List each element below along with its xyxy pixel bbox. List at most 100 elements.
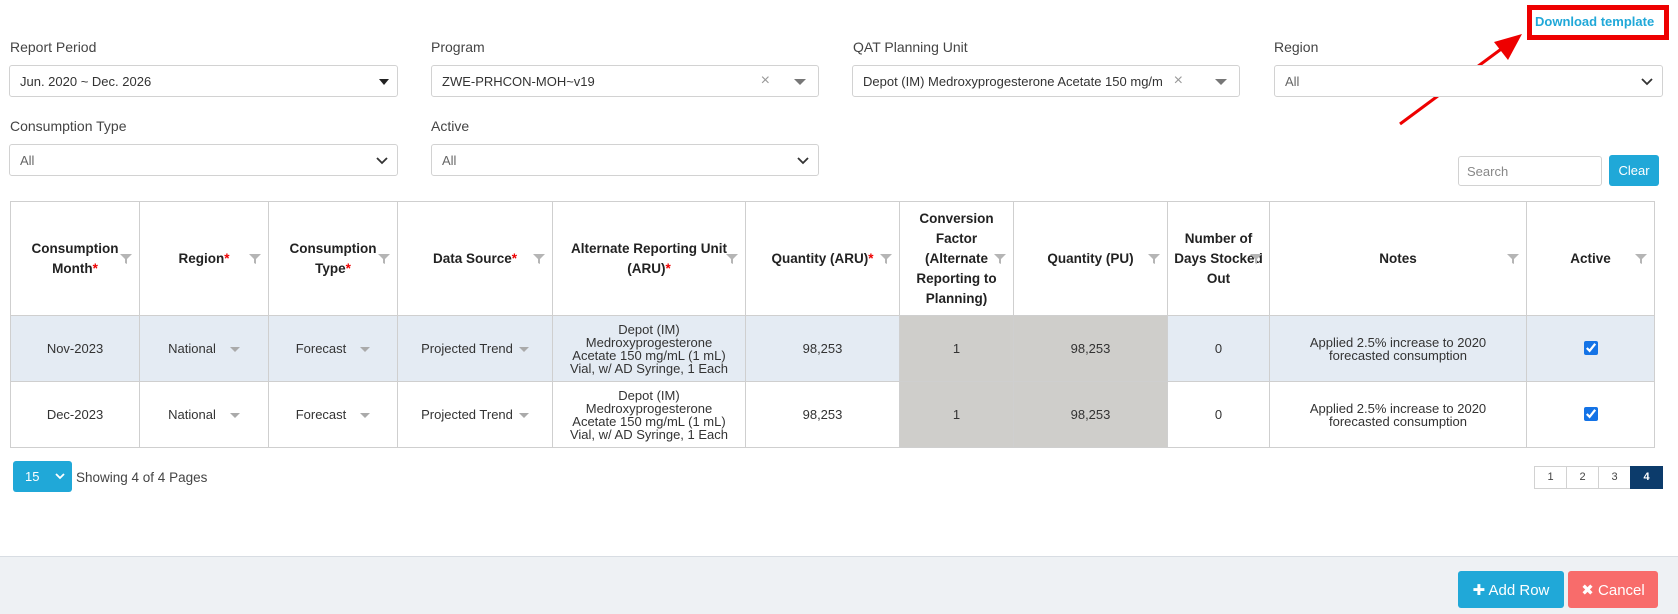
add-row-label: Add Row	[1488, 581, 1550, 599]
program-value: ZWE-PRHCON-MOH~v19	[442, 74, 595, 89]
report-period-select[interactable]: Jun. 2020 ~ Dec. 2026	[9, 65, 398, 97]
filter-icon[interactable]	[1506, 252, 1520, 266]
cell-region[interactable]: National	[139, 381, 269, 448]
cell-notes[interactable]: Applied 2.5% increase to 2020 forecasted…	[1269, 381, 1527, 448]
planning-unit-select[interactable]: Depot (IM) Medroxyprogesterone Acetate 1…	[852, 65, 1240, 97]
active-checkbox[interactable]	[1583, 340, 1598, 355]
page-1-button[interactable]: 1	[1534, 466, 1567, 489]
cell-quantity-aru[interactable]: 98,253	[745, 315, 900, 382]
consumption-type-select[interactable]: All	[9, 144, 398, 176]
region-select[interactable]: All	[1274, 65, 1663, 97]
filter-icon[interactable]	[532, 252, 546, 266]
col-header-aru[interactable]: Alternate Reporting Unit (ARU)*	[552, 201, 746, 316]
region-value: All	[1285, 74, 1300, 89]
chevron-down-icon	[797, 157, 809, 165]
col-header-conversion-factor[interactable]: Conversion Factor (Alternate Reporting t…	[899, 201, 1014, 316]
add-row-button[interactable]: ✚ Add Row	[1458, 571, 1564, 608]
cell-aru[interactable]: Depot (IM) Medroxyprogesterone Acetate 1…	[552, 315, 746, 382]
cell-days-stocked-out[interactable]: 0	[1167, 381, 1270, 448]
chevron-down-icon	[55, 473, 65, 480]
cell-data-source[interactable]: Projected Trend	[397, 315, 553, 382]
filter-icon[interactable]	[1249, 252, 1263, 266]
dropdown-icon	[360, 413, 371, 419]
table-row[interactable]: Dec-2023 National Forecast Projected Tre…	[10, 381, 1655, 448]
cell-text: Vial, w/ AD Syringe, 1 Each	[569, 360, 728, 376]
col-header-quantity-aru[interactable]: Quantity (ARU)*	[745, 201, 900, 316]
planning-unit-value: Depot (IM) Medroxyprogesterone Acetate 1…	[863, 74, 1163, 89]
clear-icon[interactable]: ×	[1174, 72, 1183, 90]
col-header-days-stocked-out[interactable]: Number of Days Stocked Out	[1167, 201, 1270, 316]
active-label: Active	[431, 118, 470, 134]
cell-quantity-pu: 98,253	[1013, 381, 1168, 448]
planning-unit-label: QAT Planning Unit	[853, 39, 968, 55]
cell-active[interactable]	[1526, 315, 1655, 382]
col-title: Month	[52, 260, 93, 276]
active-checkbox[interactable]	[1583, 406, 1598, 421]
cancel-label: Cancel	[1598, 581, 1645, 599]
col-title: Quantity (PU)	[1047, 250, 1134, 266]
col-title: Data Source	[432, 250, 512, 266]
plus-icon: ✚	[1472, 581, 1486, 599]
col-title: Alternate Reporting Unit	[570, 240, 727, 256]
col-header-consumption-type[interactable]: Consumption Type*	[268, 201, 398, 316]
col-header-notes[interactable]: Notes	[1269, 201, 1527, 316]
program-select[interactable]: ZWE-PRHCON-MOH~v19 ×	[431, 65, 819, 97]
cell-month[interactable]: Dec-2023	[10, 381, 140, 448]
cell-days-stocked-out[interactable]: 0	[1167, 315, 1270, 382]
page-4-button[interactable]: 4	[1630, 466, 1663, 489]
cell-notes[interactable]: Applied 2.5% increase to 2020 forecasted…	[1269, 315, 1527, 382]
dropdown-icon	[518, 413, 529, 419]
filter-icon[interactable]	[248, 252, 262, 266]
active-select[interactable]: All	[431, 144, 819, 176]
caret-down-icon	[379, 79, 389, 85]
filter-icon[interactable]	[1147, 252, 1161, 266]
filter-icon[interactable]	[119, 252, 133, 266]
cell-consumption-type[interactable]: Forecast	[268, 381, 398, 448]
cell-quantity-aru[interactable]: 98,253	[745, 381, 900, 448]
cell-text: 98,253	[802, 407, 843, 422]
cell-text: forecasted consumption	[1328, 347, 1468, 363]
cell-aru[interactable]: Depot (IM) Medroxyprogesterone Acetate 1…	[552, 381, 746, 448]
filter-icon[interactable]	[377, 252, 391, 266]
cell-text: 98,253	[1070, 341, 1111, 356]
cell-month[interactable]: Nov-2023	[10, 315, 140, 382]
cell-text: 1	[952, 341, 961, 356]
per-page-select[interactable]: 15	[13, 461, 72, 492]
active-value: All	[442, 153, 457, 168]
cell-quantity-pu: 98,253	[1013, 315, 1168, 382]
col-header-data-source[interactable]: Data Source*	[397, 201, 553, 316]
filter-icon[interactable]	[879, 252, 893, 266]
cell-consumption-type[interactable]: Forecast	[268, 315, 398, 382]
cancel-button[interactable]: ✖ Cancel	[1568, 571, 1658, 608]
col-header-active[interactable]: Active	[1526, 201, 1655, 316]
col-title: Consumption	[289, 240, 377, 256]
cell-text: National	[168, 341, 216, 356]
filter-icon[interactable]	[725, 252, 739, 266]
filter-icon[interactable]	[1634, 252, 1648, 266]
consumption-type-value: All	[20, 153, 35, 168]
dropdown-icon	[229, 413, 240, 419]
cell-region[interactable]: National	[139, 315, 269, 382]
table-row[interactable]: Nov-2023 National Forecast Projected Tre…	[10, 315, 1655, 382]
search-input[interactable]	[1458, 156, 1602, 186]
dropdown-icon	[360, 347, 371, 353]
report-period-value: Jun. 2020 ~ Dec. 2026	[20, 74, 152, 89]
col-header-region[interactable]: Region*	[139, 201, 269, 316]
cell-conversion-factor: 1	[899, 315, 1014, 382]
filter-icon[interactable]	[993, 252, 1007, 266]
cell-active[interactable]	[1526, 381, 1655, 448]
col-title: (ARU)	[627, 260, 666, 276]
clear-button[interactable]: Clear	[1609, 155, 1659, 186]
cell-text: forecasted consumption	[1328, 413, 1468, 429]
col-header-consumption-month[interactable]: Consumption Month*	[10, 201, 140, 316]
clear-icon[interactable]: ×	[761, 72, 770, 90]
download-template-link[interactable]: Download template	[1535, 14, 1654, 29]
page-2-button[interactable]: 2	[1566, 466, 1599, 489]
program-label: Program	[431, 39, 485, 55]
page-3-button[interactable]: 3	[1598, 466, 1631, 489]
required-marker: *	[665, 260, 671, 276]
cell-text: 1	[952, 407, 961, 422]
col-header-quantity-pu[interactable]: Quantity (PU)	[1013, 201, 1168, 316]
pagination-status: Showing 4 of 4 Pages	[76, 470, 208, 485]
cell-data-source[interactable]: Projected Trend	[397, 381, 553, 448]
